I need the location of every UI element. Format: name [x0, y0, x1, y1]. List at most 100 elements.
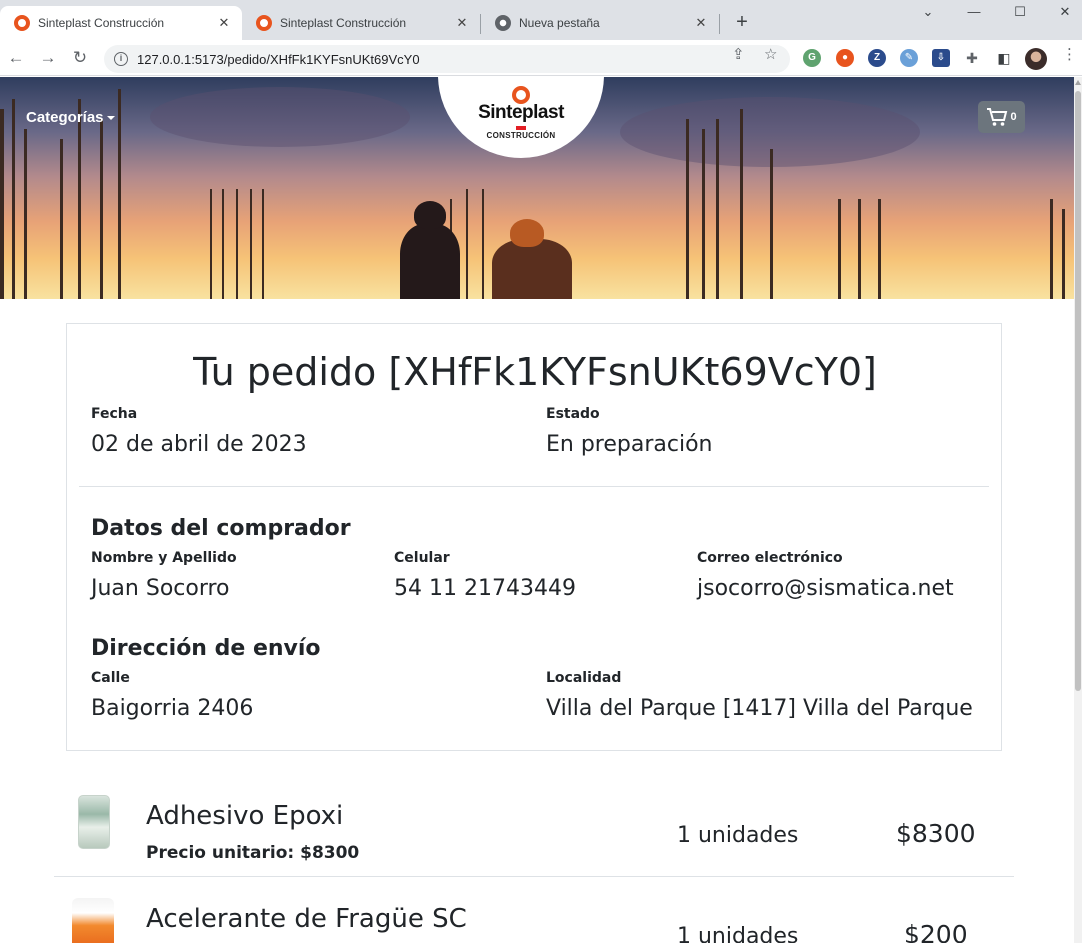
rebar-column: [716, 119, 719, 299]
rebar-column: [466, 189, 468, 299]
worker-head: [414, 201, 446, 229]
maximize-icon[interactable]: ☐: [1000, 4, 1040, 20]
minimize-icon[interactable]: —: [954, 4, 994, 19]
estado-value: En preparación: [546, 432, 713, 457]
close-tab-icon[interactable]: ✕: [454, 15, 470, 31]
worker-silhouette: [400, 224, 460, 299]
order-card: Tu pedido [XHfFk1KYFsnUKt69VcY0] Fecha 0…: [66, 323, 1002, 751]
rebar-column: [686, 119, 689, 299]
product-image: [78, 795, 110, 849]
reload-icon[interactable]: ↻: [68, 46, 92, 70]
sinteplast-logo[interactable]: Sinteplast CONSTRUCCIÓN: [438, 77, 604, 158]
browser-tab-3[interactable]: Nueva pestaña ✕: [481, 6, 719, 40]
sinteplast-favicon-icon: [256, 15, 272, 31]
item-quantity: 1 unidades: [677, 924, 799, 943]
order-title: Tu pedido [XHfFk1KYFsnUKt69VcY0]: [193, 350, 877, 394]
close-tab-icon[interactable]: ✕: [216, 15, 232, 31]
back-arrow-icon[interactable]: ←: [4, 46, 28, 70]
extension-g-icon[interactable]: G: [803, 49, 821, 67]
site-info-icon[interactable]: i: [114, 52, 128, 66]
order-item: Adhesivo Epoxi Precio unitario: $8300 1 …: [54, 777, 1014, 877]
rebar-column: [0, 109, 4, 299]
scroll-up-icon[interactable]: [1075, 80, 1081, 85]
logo-bar: [516, 126, 526, 130]
rebar-column: [222, 189, 224, 299]
categories-label: Categorías: [26, 109, 104, 126]
extensions-puzzle-icon[interactable]: ✚: [963, 49, 981, 67]
bookmark-star-icon[interactable]: ☆: [764, 45, 777, 63]
share-icon[interactable]: ⇪: [732, 45, 745, 63]
browser-tab-2[interactable]: Sinteplast Construcción ✕: [242, 6, 480, 40]
rebar-column: [236, 189, 238, 299]
browser-tab-1[interactable]: Sinteplast Construcción ✕: [0, 6, 242, 40]
rebar-column: [702, 129, 705, 299]
extension-orange-icon[interactable]: ●: [836, 49, 854, 67]
rebar-column: [1062, 209, 1065, 299]
street-label: Calle: [91, 670, 130, 686]
street-value: Baigorria 2406: [91, 696, 254, 721]
item-total: $8300: [896, 819, 976, 848]
new-tab-icon[interactable]: +: [731, 10, 753, 34]
hero-banner: Categorías Sinteplast CONSTRUCCIÓN 0: [0, 77, 1074, 299]
shipping-heading: Dirección de envío: [91, 636, 321, 661]
page-scrollbar[interactable]: [1074, 77, 1082, 943]
name-label: Nombre y Apellido: [91, 550, 237, 566]
profile-avatar[interactable]: [1025, 48, 1047, 70]
rebar-column: [1050, 199, 1053, 299]
cart-count: 0: [1010, 111, 1017, 123]
item-unit-price: Precio unitario: $8300: [146, 843, 360, 863]
name-value: Juan Socorro: [91, 576, 230, 601]
phone-label: Celular: [394, 550, 450, 566]
extension-z-icon[interactable]: Z: [868, 49, 886, 67]
chrome-favicon-icon: [495, 15, 511, 31]
hero-cloud: [150, 87, 410, 147]
item-name: Adhesivo Epoxi: [146, 801, 344, 831]
side-panel-icon[interactable]: ◧: [995, 49, 1013, 67]
logo-name: Sinteplast: [478, 102, 564, 123]
fecha-label: Fecha: [91, 406, 138, 422]
close-tab-icon[interactable]: ✕: [693, 15, 709, 31]
rebar-column: [210, 189, 212, 299]
caret-down-icon: [106, 116, 115, 121]
divider: [79, 486, 989, 487]
estado-label: Estado: [546, 406, 600, 422]
forward-arrow-icon[interactable]: →: [36, 46, 60, 70]
tab-separator: [719, 14, 720, 34]
buyer-heading: Datos del comprador: [91, 516, 351, 541]
browser-toolbar: ← → ↻ i 127.0.0.1:5173/pedido/XHfFk1KYFs…: [0, 40, 1082, 76]
city-label: Localidad: [546, 670, 622, 686]
item-quantity: 1 unidades: [677, 823, 799, 848]
rebar-column: [250, 189, 252, 299]
rebar-column: [100, 119, 103, 299]
cart-icon: [987, 108, 1008, 126]
fecha-value: 02 de abril de 2023: [91, 432, 307, 457]
rebar-column: [770, 149, 773, 299]
phone-value: 54 11 21743449: [394, 576, 576, 601]
email-label: Correo electrónico: [697, 550, 843, 566]
rebar-column: [482, 189, 484, 299]
worker-silhouette: [492, 239, 572, 299]
rebar-column: [262, 189, 264, 299]
rebar-column: [118, 89, 121, 299]
tab-title: Nueva pestaña: [519, 16, 600, 30]
worker-head: [510, 219, 544, 247]
close-window-icon[interactable]: ✕: [1045, 4, 1082, 20]
browser-menu-icon[interactable]: ⋮: [1062, 45, 1077, 63]
rebar-column: [838, 199, 841, 299]
rebar-column: [60, 139, 63, 299]
cart-button[interactable]: 0: [978, 101, 1025, 133]
tab-title: Sinteplast Construcción: [280, 16, 407, 30]
email-value: jsocorro@sismatica.net: [697, 576, 954, 601]
scrollbar-thumb[interactable]: [1075, 91, 1081, 691]
rebar-column: [12, 99, 15, 299]
extension-feather-icon[interactable]: ✎: [900, 49, 918, 67]
extension-download-icon[interactable]: ⇩: [932, 49, 950, 67]
rebar-column: [78, 99, 81, 299]
categories-dropdown[interactable]: Categorías: [26, 109, 115, 126]
rebar-column: [24, 129, 27, 299]
sinteplast-favicon-icon: [14, 15, 30, 31]
tab-title: Sinteplast Construcción: [38, 16, 165, 30]
address-bar[interactable]: i 127.0.0.1:5173/pedido/XHfFk1KYFsnUKt69…: [104, 45, 790, 73]
order-item: Acelerante de Fragüe SC 1 unidades $200: [54, 878, 1014, 943]
tab-search-icon[interactable]: ⌄: [908, 4, 948, 20]
